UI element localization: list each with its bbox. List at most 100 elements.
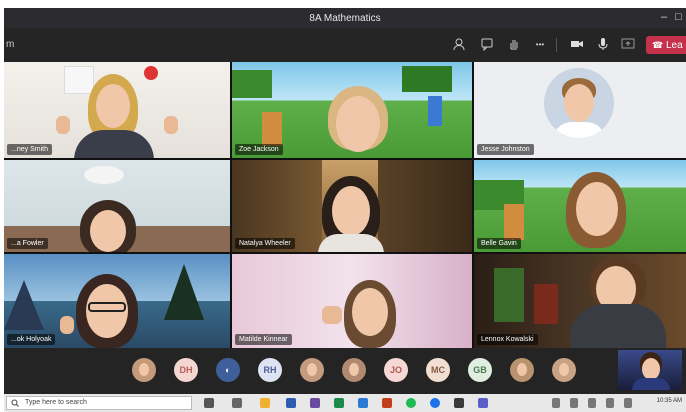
taskbar-search-box[interactable]: Type here to search: [6, 396, 192, 410]
minecraft-character: [504, 204, 524, 240]
face: [90, 210, 126, 252]
participant-name: Zoe Jackson: [235, 144, 283, 155]
more-participants-strip: DH ◐ RH JO MC GB: [4, 348, 686, 394]
participant-tile[interactable]: ...ney Smith: [4, 62, 230, 158]
people-icon[interactable]: [451, 37, 467, 53]
taskbar-clock: 10:35 AM: [656, 398, 682, 404]
search-placeholder: Type here to search: [25, 399, 87, 406]
wifi-icon[interactable]: [570, 398, 578, 408]
teams-icon[interactable]: [478, 398, 488, 408]
participant-tile[interactable]: Zoe Jackson: [232, 62, 472, 158]
participant-avatar[interactable]: MC: [426, 358, 450, 382]
participant-tile[interactable]: ...a Fowler: [4, 160, 230, 252]
camera-icon[interactable]: [569, 37, 585, 53]
avatar-face: [349, 363, 359, 376]
widget-icon[interactable]: [232, 398, 242, 408]
jacket: [570, 304, 666, 348]
leave-label: Lea: [666, 40, 683, 51]
participant-tile[interactable]: Belle Gavin: [474, 160, 686, 252]
participant-name: Natalya Wheeler: [235, 238, 295, 249]
meeting-timer: m: [6, 39, 15, 50]
participant-avatar[interactable]: RH: [258, 358, 282, 382]
minecraft-bush: [232, 70, 272, 98]
participant-tile[interactable]: Natalya Wheeler: [232, 160, 472, 252]
participant-avatar[interactable]: GB: [468, 358, 492, 382]
participant-tile[interactable]: Matilde Kinnear: [232, 254, 472, 348]
edge-icon[interactable]: [358, 398, 368, 408]
avatar: [544, 68, 614, 138]
participant-tile[interactable]: Jesse Johnston: [474, 62, 686, 158]
battery-icon[interactable]: [606, 398, 614, 408]
participant-avatar[interactable]: [300, 358, 324, 382]
participant-tile[interactable]: Lennox Kowalski: [474, 254, 686, 348]
face: [352, 288, 388, 336]
minecraft-bush: [402, 66, 452, 92]
minecraft-character: [534, 284, 558, 324]
participant-name: Jesse Johnston: [477, 144, 534, 155]
minecraft-character: [428, 96, 442, 126]
chrome-icon[interactable]: [430, 398, 440, 408]
face: [642, 358, 660, 380]
minecraft-character: [262, 112, 282, 146]
participant-avatar[interactable]: [342, 358, 366, 382]
word-icon[interactable]: [286, 398, 296, 408]
glasses: [88, 302, 126, 312]
participant-name: ...ney Smith: [7, 144, 52, 155]
windows-taskbar: Type here to search 10:35 AM: [4, 394, 686, 412]
meeting-toolbar: m ••• ☎ Lea: [4, 28, 686, 62]
minimize-button[interactable]: –: [661, 11, 667, 23]
waving-hand: [322, 306, 342, 324]
spotify-icon[interactable]: [406, 398, 416, 408]
more-icon[interactable]: •••: [532, 37, 548, 53]
mountain: [4, 280, 44, 330]
toolbar-divider: [556, 38, 557, 52]
participant-name: Lennox Kowalski: [477, 334, 538, 345]
leave-button[interactable]: ☎ Lea: [646, 36, 686, 54]
participant-avatar[interactable]: JO: [384, 358, 408, 382]
thumbs-up-hand: [60, 316, 74, 334]
share-screen-icon[interactable]: [620, 37, 636, 53]
chat-icon[interactable]: [479, 37, 495, 53]
face: [336, 96, 380, 152]
task-view-icon[interactable]: [204, 398, 214, 408]
language-icon[interactable]: [624, 398, 632, 408]
shirt: [632, 378, 670, 390]
face: [576, 182, 618, 236]
powerpoint-icon[interactable]: [382, 398, 392, 408]
maximize-button[interactable]: □: [675, 11, 682, 23]
tray-icon[interactable]: [552, 398, 560, 408]
participant-avatar[interactable]: [510, 358, 534, 382]
shirt: [552, 122, 606, 138]
face: [332, 186, 370, 236]
wall-decoration: [144, 66, 158, 80]
raise-hand-icon[interactable]: [506, 37, 522, 53]
excel-icon[interactable]: [334, 398, 344, 408]
participant-name: ...ok Holyoak: [7, 334, 56, 345]
avatar-face: [517, 363, 527, 376]
participant-avatar[interactable]: ◐: [216, 358, 240, 382]
mic-icon[interactable]: [595, 37, 611, 53]
participant-avatar[interactable]: [132, 358, 156, 382]
search-icon: [11, 399, 19, 409]
participant-avatar[interactable]: DH: [174, 358, 198, 382]
app-icon[interactable]: [454, 398, 464, 408]
phone-hangup-icon: ☎: [652, 40, 664, 50]
participant-avatar[interactable]: [552, 358, 576, 382]
wall-poster: [64, 66, 94, 94]
volume-icon[interactable]: [588, 398, 596, 408]
avatar-face: [307, 363, 317, 376]
onenote-icon[interactable]: [310, 398, 320, 408]
thumbs-up-hand: [164, 116, 178, 134]
avatar-face: [559, 363, 569, 376]
tree: [164, 264, 204, 320]
video-grid: ...ney Smith Zoe Jackson Jesse Johnston: [4, 62, 686, 348]
participant-name: Matilde Kinnear: [235, 334, 292, 345]
self-video-preview[interactable]: [618, 350, 682, 390]
participant-tile[interactable]: ...ok Holyoak: [4, 254, 230, 348]
face: [96, 84, 130, 128]
shirt: [74, 130, 154, 158]
ceiling-light: [84, 166, 124, 184]
window-title: 8A Mathematics: [309, 13, 381, 24]
minecraft-character: [494, 268, 524, 322]
folder-icon[interactable]: [260, 398, 270, 408]
